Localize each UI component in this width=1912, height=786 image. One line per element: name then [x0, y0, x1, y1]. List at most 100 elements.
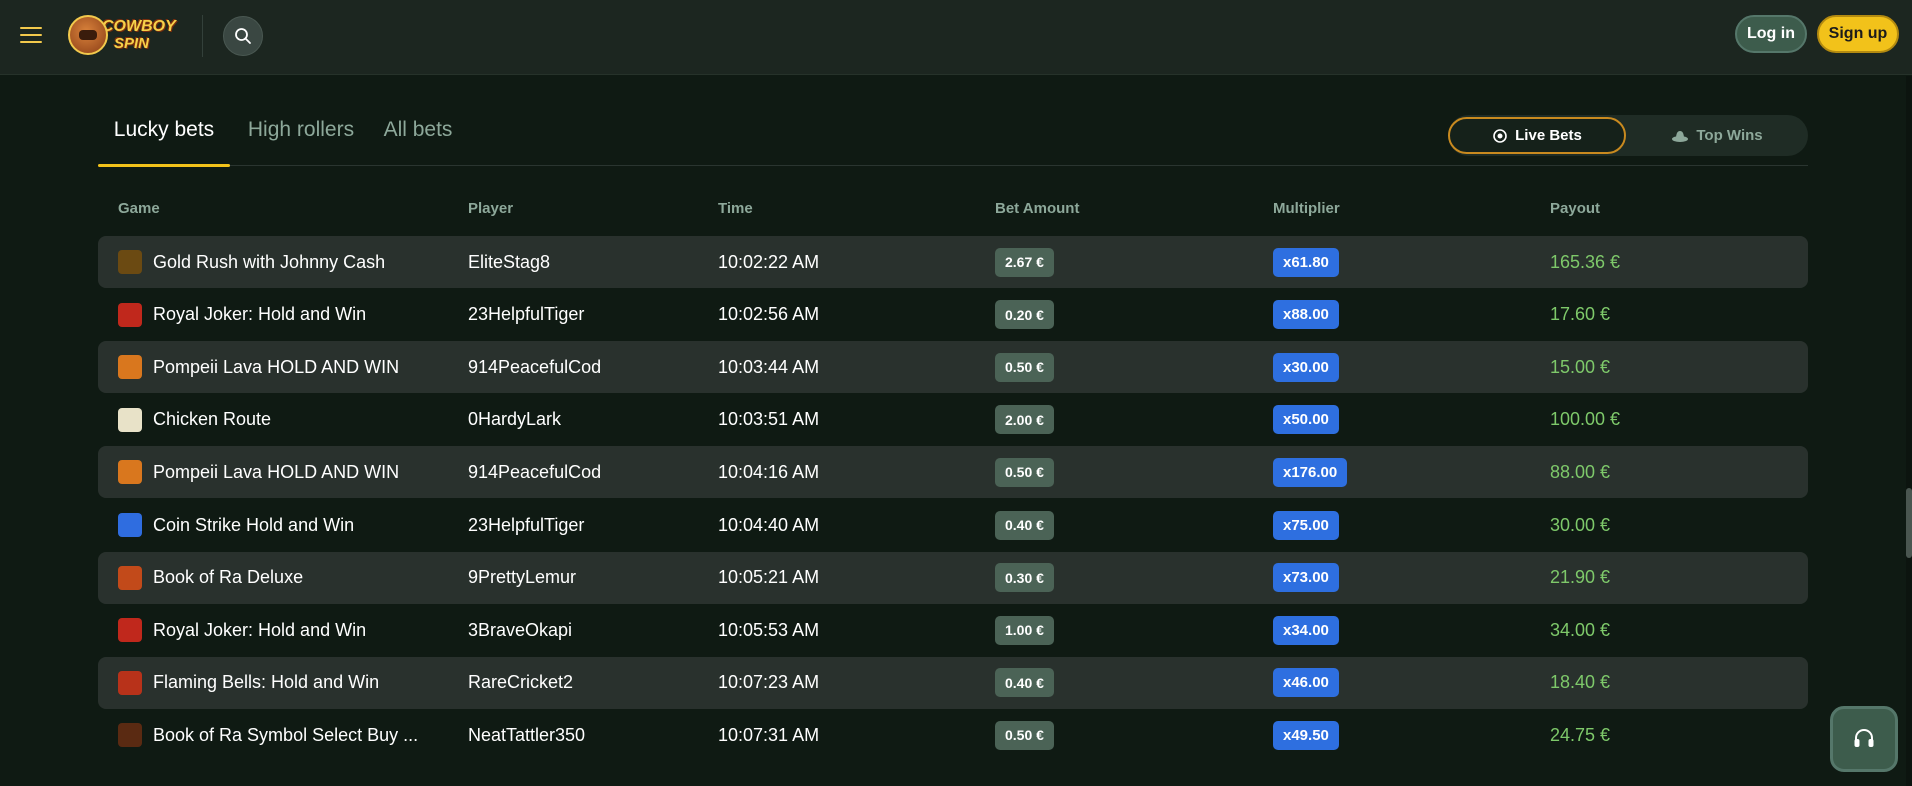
game-name[interactable]: Flaming Bells: Hold and Win [153, 672, 379, 693]
game-cell[interactable]: Royal Joker: Hold and Win [118, 289, 366, 341]
multiplier-badge: x73.00 [1273, 563, 1339, 593]
headset-icon [1854, 729, 1874, 747]
bets-mode-toggle: Live Bets Top Wins [1448, 115, 1808, 156]
bet-time: 10:04:40 AM [718, 514, 820, 535]
multiplier-badge: x30.00 [1273, 352, 1339, 382]
game-cell[interactable]: Book of Ra Symbol Select Buy ... [118, 709, 418, 761]
multiplier-cell: x34.00 [1273, 604, 1339, 656]
payout-value: 88.00 € [1550, 461, 1611, 482]
tab-lucky-bets[interactable]: Lucky bets [98, 118, 230, 167]
bet-amount-cell: 0.50 € [995, 341, 1054, 393]
game-name[interactable]: Gold Rush with Johnny Cash [153, 252, 385, 273]
game-cell[interactable]: Book of Ra Deluxe [118, 552, 303, 604]
game-name[interactable]: Book of Ra Symbol Select Buy ... [153, 725, 418, 746]
multiplier-badge: x49.50 [1273, 720, 1339, 750]
player-name: 0HardyLark [468, 409, 562, 430]
bet-amount-cell: 0.50 € [995, 709, 1054, 761]
table-row[interactable]: Book of Ra Symbol Select Buy ... NeatTatt… [98, 709, 1808, 761]
multiplier-cell: x30.00 [1273, 341, 1339, 393]
game-cell[interactable]: Pompeii Lava HOLD AND WIN [118, 446, 399, 498]
hamburger-menu-icon[interactable] [20, 22, 46, 48]
top-header: COWBOY SPIN Log in Sign up [0, 0, 1912, 75]
search-button[interactable] [223, 16, 263, 56]
bet-amount-cell: 2.00 € [995, 394, 1054, 446]
player-name: EliteStag8 [468, 251, 551, 272]
logo-line2: SPIN [114, 35, 150, 52]
game-name[interactable]: Chicken Route [153, 409, 271, 430]
table-row[interactable]: Pompeii Lava HOLD AND WIN 914PeacefulCod 1… [98, 446, 1808, 499]
bet-amount-cell: 1.00 € [995, 604, 1054, 656]
multiplier-badge: x50.00 [1273, 405, 1339, 435]
payout-value: 24.75 € [1550, 724, 1611, 745]
book-of-ra-icon [118, 565, 142, 590]
bet-time: 10:03:44 AM [718, 356, 820, 377]
top-wins-toggle[interactable]: Top Wins [1628, 117, 1806, 154]
table-row[interactable]: Gold Rush with Johnny Cash EliteStag8 10:0… [98, 236, 1808, 288]
cowboy-hat-icon [1672, 130, 1689, 142]
cowboy-spin-logo[interactable]: COWBOY SPIN [68, 12, 184, 58]
payout-value: 165.36 € [1550, 251, 1621, 272]
player-name: 23HelpfulTiger [468, 514, 585, 535]
table-row[interactable]: Pompeii Lava HOLD AND WIN 914PeacefulCod 1… [98, 341, 1808, 394]
payout-value: 21.90 € [1550, 567, 1611, 588]
scrollbar-thumb[interactable] [1906, 488, 1912, 558]
bet-amount-badge: 0.50 € [995, 457, 1054, 487]
coin-strike-icon [118, 513, 142, 537]
bet-amount-cell: 0.30 € [995, 552, 1054, 604]
bet-amount-badge: 0.40 € [995, 510, 1054, 540]
pompeii-lava-icon [118, 355, 142, 380]
player-name: 914PeacefulCod [468, 356, 602, 377]
multiplier-badge: x88.00 [1273, 300, 1339, 330]
table-row[interactable]: Book of Ra Deluxe 9PrettyLemur 10:05:21 AM… [98, 551, 1808, 604]
tab-all-bets[interactable]: All bets [380, 118, 456, 164]
table-row[interactable]: Royal Joker: Hold and Win 23HelpfulTiger 1… [98, 289, 1808, 341]
bet-time: 10:05:21 AM [718, 567, 820, 588]
player-name: 23HelpfulTiger [468, 304, 585, 325]
bet-amount-badge: 2.00 € [995, 405, 1054, 435]
multiplier-cell: x88.00 [1273, 289, 1339, 341]
table-row[interactable]: Flaming Bells: Hold and Win RareCricket2 1… [98, 656, 1808, 709]
scrollbar-track[interactable] [1906, 76, 1912, 786]
bet-amount-badge: 0.30 € [995, 563, 1054, 593]
multiplier-badge: x46.00 [1273, 668, 1339, 698]
game-name[interactable]: Royal Joker: Hold and Win [153, 620, 366, 641]
game-cell[interactable]: Royal Joker: Hold and Win [118, 604, 366, 656]
multiplier-badge: x34.00 [1273, 615, 1339, 645]
table-row[interactable]: Coin Strike Hold and Win 23HelpfulTiger 10… [98, 499, 1808, 551]
table-row[interactable]: Royal Joker: Hold and Win 3BraveOkapi 10:0… [98, 604, 1808, 656]
column-multiplier: Multiplier [1273, 200, 1340, 217]
game-name[interactable]: Coin Strike Hold and Win [153, 515, 354, 536]
game-name[interactable]: Book of Ra Deluxe [153, 567, 303, 588]
tab-high-rollers[interactable]: High rollers [243, 118, 359, 164]
multiplier-cell: x75.00 [1273, 499, 1339, 551]
bet-amount-cell: 0.20 € [995, 289, 1054, 341]
bull-mascot-icon [68, 15, 108, 55]
bet-amount-badge: 0.20 € [995, 300, 1054, 330]
column-player: Player [468, 200, 514, 217]
game-cell[interactable]: Pompeii Lava HOLD AND WIN [118, 341, 399, 393]
login-button[interactable]: Log in [1735, 15, 1807, 53]
search-icon [235, 28, 251, 44]
game-cell[interactable]: Flaming Bells: Hold and Win [118, 657, 379, 709]
bet-amount-cell: 0.40 € [995, 657, 1054, 709]
royal-joker-icon [118, 618, 142, 643]
payout-value: 30.00 € [1550, 514, 1611, 535]
game-cell[interactable]: Coin Strike Hold and Win [118, 499, 354, 551]
logo-text: COWBOY SPIN [102, 18, 176, 52]
multiplier-badge: x176.00 [1273, 457, 1348, 487]
bet-time: 10:05:53 AM [718, 619, 820, 640]
support-chat-button[interactable] [1830, 706, 1898, 772]
player-name: 914PeacefulCod [468, 461, 602, 482]
multiplier-cell: x46.00 [1273, 657, 1339, 709]
table-row[interactable]: Chicken Route 0HardyLark 10:03:51 AM 2.00 €… [98, 394, 1808, 446]
chicken-route-icon [118, 407, 142, 432]
live-bets-toggle[interactable]: Live Bets [1448, 117, 1626, 154]
game-name[interactable]: Royal Joker: Hold and Win [153, 304, 366, 325]
bet-time: 10:07:31 AM [718, 724, 820, 745]
game-name[interactable]: Pompeii Lava HOLD AND WIN [153, 462, 399, 483]
game-cell[interactable]: Chicken Route [118, 394, 271, 446]
game-cell[interactable]: Gold Rush with Johnny Cash [118, 236, 385, 288]
signup-button[interactable]: Sign up [1817, 15, 1899, 53]
bet-time: 10:04:16 AM [718, 461, 820, 482]
game-name[interactable]: Pompeii Lava HOLD AND WIN [153, 357, 399, 378]
